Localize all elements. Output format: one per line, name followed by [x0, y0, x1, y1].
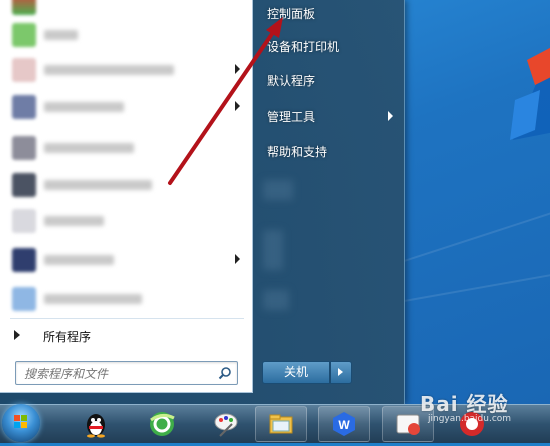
taskbar-wps-button[interactable]: W	[318, 406, 370, 442]
submenu-arrow-icon	[235, 101, 240, 111]
start-menu: 所有程序 控制面板 设备和打印机 默认程序 管理工具 帮助和支持	[0, 0, 405, 404]
browser-icon	[150, 412, 175, 436]
divider	[10, 318, 244, 319]
shutdown-options-button[interactable]	[330, 361, 352, 384]
all-programs-button[interactable]: 所有程序	[6, 324, 246, 346]
wps-icon: W	[333, 412, 355, 436]
right-arrow-icon	[338, 368, 343, 376]
control-panel-label: 控制面板	[267, 7, 316, 21]
program-item[interactable]	[8, 206, 244, 236]
all-programs-label: 所有程序	[43, 330, 92, 344]
default-programs-label: 默认程序	[267, 74, 316, 88]
program-icon	[12, 173, 36, 197]
taskbar-explorer-button[interactable]	[255, 406, 307, 442]
program-icon	[12, 0, 36, 15]
right-arrow-icon	[14, 330, 20, 340]
program-item[interactable]	[8, 170, 244, 200]
svg-text:W: W	[338, 418, 350, 432]
default-programs-item[interactable]: 默认程序	[261, 67, 397, 93]
search-box[interactable]	[15, 361, 238, 385]
windows-flag-icon	[14, 415, 27, 428]
help-support-label: 帮助和支持	[267, 145, 328, 159]
program-icon	[12, 23, 36, 47]
taskbar-browser-button[interactable]	[136, 406, 188, 442]
submenu-arrow-icon	[235, 64, 240, 74]
program-item[interactable]	[8, 133, 244, 163]
program-item[interactable]	[8, 55, 244, 85]
baidu-watermark: Bai 经验	[420, 392, 509, 416]
search-icon[interactable]	[218, 366, 232, 380]
admin-tools-label: 管理工具	[267, 110, 316, 124]
control-panel-item[interactable]: 控制面板	[261, 0, 397, 26]
start-menu-places-pane: 控制面板 设备和打印机 默认程序 管理工具 帮助和支持	[253, 0, 404, 392]
program-icon	[12, 248, 36, 272]
submenu-arrow-icon	[235, 254, 240, 264]
start-button[interactable]	[2, 404, 40, 442]
paint-icon	[214, 413, 238, 437]
baidu-watermark-url: jingyan.baidu.com	[428, 414, 512, 424]
file-explorer-icon	[269, 414, 293, 434]
program-item[interactable]	[8, 245, 244, 275]
program-item[interactable]	[8, 92, 244, 122]
program-icon	[12, 58, 36, 82]
app-icon	[396, 414, 420, 435]
search-input[interactable]	[22, 364, 216, 384]
shutdown-button[interactable]: 关机	[262, 361, 330, 384]
program-icon	[12, 136, 36, 160]
program-icon	[12, 287, 36, 311]
taskbar-qq-button[interactable]	[70, 406, 122, 442]
program-item[interactable]	[8, 284, 244, 314]
admin-tools-item[interactable]: 管理工具	[261, 103, 397, 129]
help-support-item[interactable]: 帮助和支持	[261, 138, 397, 164]
submenu-arrow-icon	[388, 111, 393, 121]
program-item[interactable]	[8, 20, 244, 50]
qq-penguin-icon	[87, 414, 105, 438]
program-icon	[12, 209, 36, 233]
devices-printers-item[interactable]: 设备和打印机	[261, 33, 397, 59]
taskbar-paint-button[interactable]	[200, 406, 252, 442]
windows-logo-wallpaper-icon	[510, 47, 550, 140]
program-item[interactable]	[8, 0, 244, 18]
start-menu-programs-pane: 所有程序	[0, 0, 253, 393]
program-icon	[12, 95, 36, 119]
devices-printers-label: 设备和打印机	[267, 40, 340, 54]
